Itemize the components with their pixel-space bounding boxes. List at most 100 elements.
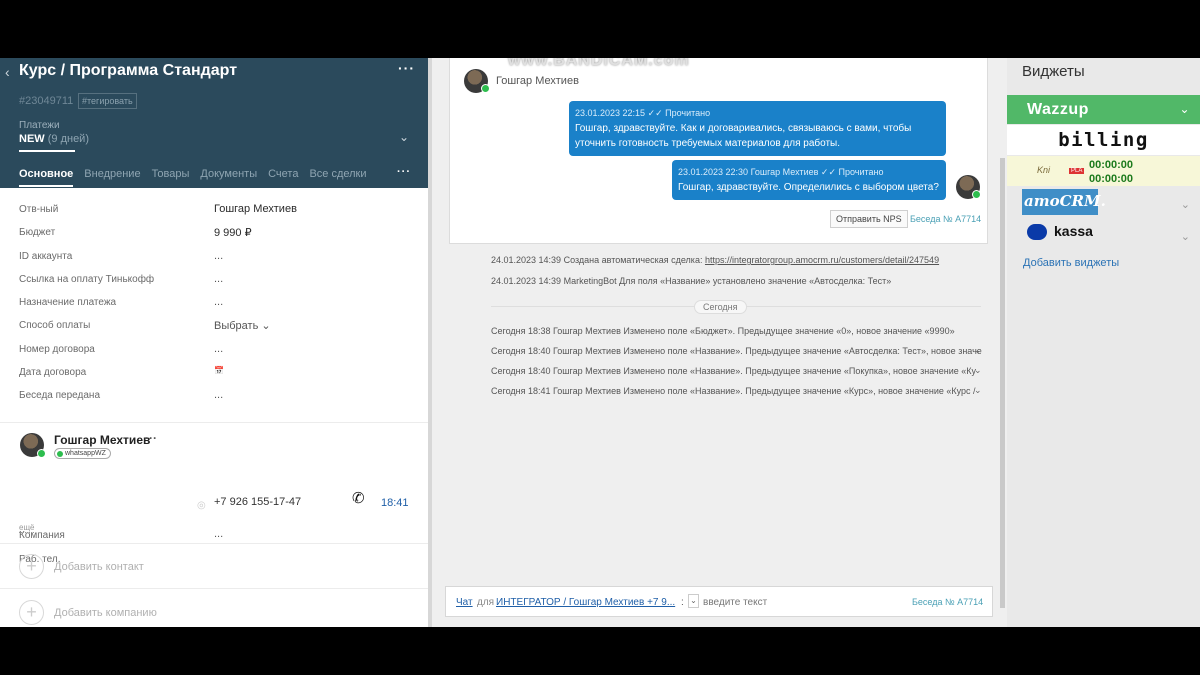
message-bubble[interactable]: 23.01.2023 22:30 Гошгар Мехтиев ✓✓ Прочи… <box>672 160 946 200</box>
chevron-down-icon[interactable]: ⌄ <box>974 385 982 396</box>
more-link[interactable]: ещё <box>19 523 35 533</box>
contact-name[interactable]: Гошгар Мехтиев <box>54 433 150 447</box>
tab-products[interactable]: Товары <box>152 168 190 180</box>
deal-panel: ‹ Курс / Программа Стандарт ··· #2304971… <box>0 58 430 627</box>
feed-event: 24.01.2023 14:39 MarketingBot Для поля «… <box>491 276 892 286</box>
calendar-icon[interactable]: 📅 <box>214 366 224 375</box>
timer-badge: PLA <box>1069 168 1085 174</box>
tag-button[interactable]: #тегировать <box>78 93 137 109</box>
timer-logo: Kni <box>1037 165 1051 175</box>
feed-event[interactable]: Сегодня 18:41 Гошгар Мехтиев Изменено по… <box>491 386 976 396</box>
chevron-down-icon[interactable]: ⌄ <box>974 345 982 356</box>
tab-invoices[interactable]: Счета <box>268 168 298 180</box>
field-row: Бюджет 9 990 ₽ <box>19 226 252 240</box>
crm-screen: ‹ Курс / Программа Стандарт ··· #2304971… <box>0 58 1200 627</box>
tab-main[interactable]: Основное <box>19 168 74 187</box>
field-row: Назначение платежа... <box>19 296 224 309</box>
watermark: www.BANDICAM.com <box>508 58 690 69</box>
field-row: Отв-ный Гошгар Мехтиев <box>19 203 297 215</box>
conversation-link[interactable]: Беседа № А7714 <box>910 214 981 224</box>
divider <box>0 588 430 589</box>
feed-event: 24.01.2023 14:39 Создана автоматическая … <box>491 255 940 265</box>
billing-widget[interactable]: billing <box>1007 125 1200 155</box>
whatsapp-icon <box>972 190 981 199</box>
chat-target-link[interactable]: ИНТЕГРАТОР / Гошгар Мехтиев +7 9... <box>496 597 675 608</box>
add-company-label: Добавить компанию <box>54 606 157 619</box>
field-row: ID аккаунта... <box>19 249 224 262</box>
chevron-down-icon[interactable]: ⌄ <box>399 130 409 144</box>
send-nps-button[interactable]: Отправить NPS <box>830 210 908 228</box>
field-value[interactable]: ... <box>214 250 223 262</box>
chevron-down-icon[interactable]: ⌄ <box>974 365 982 376</box>
globe-icon: ◎ <box>197 500 206 511</box>
message-input[interactable]: введите текст <box>703 597 767 608</box>
tab-implementation[interactable]: Внедрение <box>84 168 140 180</box>
deal-header: ‹ Курс / Программа Стандарт ··· #2304971… <box>0 58 430 188</box>
feed-event: Сегодня 18:38 Гошгар Мехтиев Изменено по… <box>491 326 955 336</box>
wazzup-widget[interactable]: Wazzup ⌄ <box>1007 95 1200 124</box>
widgets-title: Виджеты <box>1022 63 1085 80</box>
feed-event[interactable]: Сегодня 18:40 Гошгар Мехтиев Изменено по… <box>491 346 982 356</box>
plus-icon: + <box>19 554 44 579</box>
chat-card: Гошгар Мехтиев 23.01.2023 22:15 ✓✓ Прочи… <box>449 58 988 244</box>
chevron-down-icon: ⌄ <box>1179 102 1190 116</box>
tabs-more-icon[interactable]: ··· <box>397 166 411 178</box>
plus-icon: + <box>19 600 44 625</box>
deal-menu-icon[interactable]: ··· <box>398 60 415 76</box>
back-arrow-icon[interactable]: ‹ <box>5 64 10 80</box>
feed-scrollbar[interactable] <box>1000 158 1005 608</box>
message-bubble[interactable]: 23.01.2023 22:15 ✓✓ Прочитано Гошгар, зд… <box>569 101 946 156</box>
field-value[interactable]: ... <box>214 296 223 308</box>
field-row: Ссылка на оплату Тинькофф... <box>19 272 224 285</box>
kassa-widget[interactable]: kassa <box>1054 223 1093 239</box>
payment-method-select[interactable]: Выбрать ⌄ <box>214 319 271 332</box>
chevron-down-icon[interactable]: ⌄ <box>1181 198 1190 211</box>
date-separator: Сегодня <box>694 300 747 314</box>
field-row: Номер договора... <box>19 342 224 355</box>
field-value[interactable]: Гошгар Мехтиев <box>214 203 297 215</box>
tab-documents[interactable]: Документы <box>200 168 257 180</box>
conversation-link[interactable]: Беседа № А7714 <box>912 597 983 607</box>
field-row: Способ оплаты Выбрать ⌄ <box>19 319 271 333</box>
deal-id: #23049711 <box>19 95 74 107</box>
contact-menu-icon[interactable]: ··· <box>145 431 157 445</box>
divider <box>0 422 430 423</box>
field-value[interactable]: 9 990 ₽ <box>214 226 252 239</box>
field-row: Дата договора 📅 <box>19 366 224 379</box>
timer-value: 00:00:00 <box>1089 173 1134 185</box>
phone-icon[interactable]: ✆ <box>352 489 365 507</box>
customer-link[interactable]: https://integratorgroup.amocrm.ru/custom… <box>705 255 939 265</box>
widgets-panel: Виджеты Wazzup ⌄ billing Kni PLA 00:00:00… <box>1007 58 1200 627</box>
field-value[interactable]: ... <box>214 389 223 401</box>
add-company-button[interactable]: + Добавить компанию <box>19 600 157 625</box>
whatsapp-icon <box>481 84 490 93</box>
call-time[interactable]: 18:41 <box>381 497 409 509</box>
chevron-down-icon[interactable]: ⌄ <box>688 594 699 608</box>
message-input-bar[interactable]: Чат для ИНТЕГРАТОР / Гошгар Мехтиев +7 9… <box>445 586 993 617</box>
phone-value[interactable]: +7 926 155-17-47 <box>214 496 301 508</box>
chat-mode-link[interactable]: Чат <box>456 597 473 608</box>
field-value[interactable]: ... <box>214 343 223 355</box>
deal-tabs: Основное Внедрение Товары Документы Счет… <box>19 168 367 187</box>
tab-all-deals[interactable]: Все сделки <box>309 168 366 180</box>
feed-event[interactable]: Сегодня 18:40 Гошгар Мехтиев Изменено по… <box>491 366 976 376</box>
activity-feed: Гошгар Мехтиев 23.01.2023 22:15 ✓✓ Прочи… <box>432 58 1007 627</box>
deal-title[interactable]: Курс / Программа Стандарт <box>19 62 237 80</box>
contact-tag[interactable]: whatsappWZ <box>54 448 111 459</box>
timer-widget[interactable]: Kni PLA 00:00:00 00:00:00 <box>1007 156 1200 186</box>
add-widgets-link[interactable]: Добавить виджеты <box>1023 257 1119 269</box>
company-value[interactable]: ... <box>214 528 223 540</box>
chevron-down-icon: ⌄ <box>261 320 271 333</box>
field-value[interactable]: ... <box>214 273 223 285</box>
pipeline-progress <box>19 150 75 152</box>
amocrm-widget[interactable]: amoCRM. <box>1022 189 1106 215</box>
pipeline-status[interactable]: NEW (9 дней) <box>19 133 89 145</box>
chat-sender: Гошгар Мехтиев <box>496 75 579 87</box>
add-contact-button[interactable]: + Добавить контакт <box>19 554 144 579</box>
timer-value: 00:00:00 <box>1089 159 1134 171</box>
kassa-logo-icon <box>1027 224 1047 240</box>
divider <box>0 543 430 544</box>
add-contact-label: Добавить контакт <box>54 560 144 573</box>
deal-fields: Отв-ный Гошгар Мехтиев Бюджет 9 990 ₽ ID а… <box>0 198 430 408</box>
chevron-down-icon[interactable]: ⌄ <box>1181 230 1190 243</box>
